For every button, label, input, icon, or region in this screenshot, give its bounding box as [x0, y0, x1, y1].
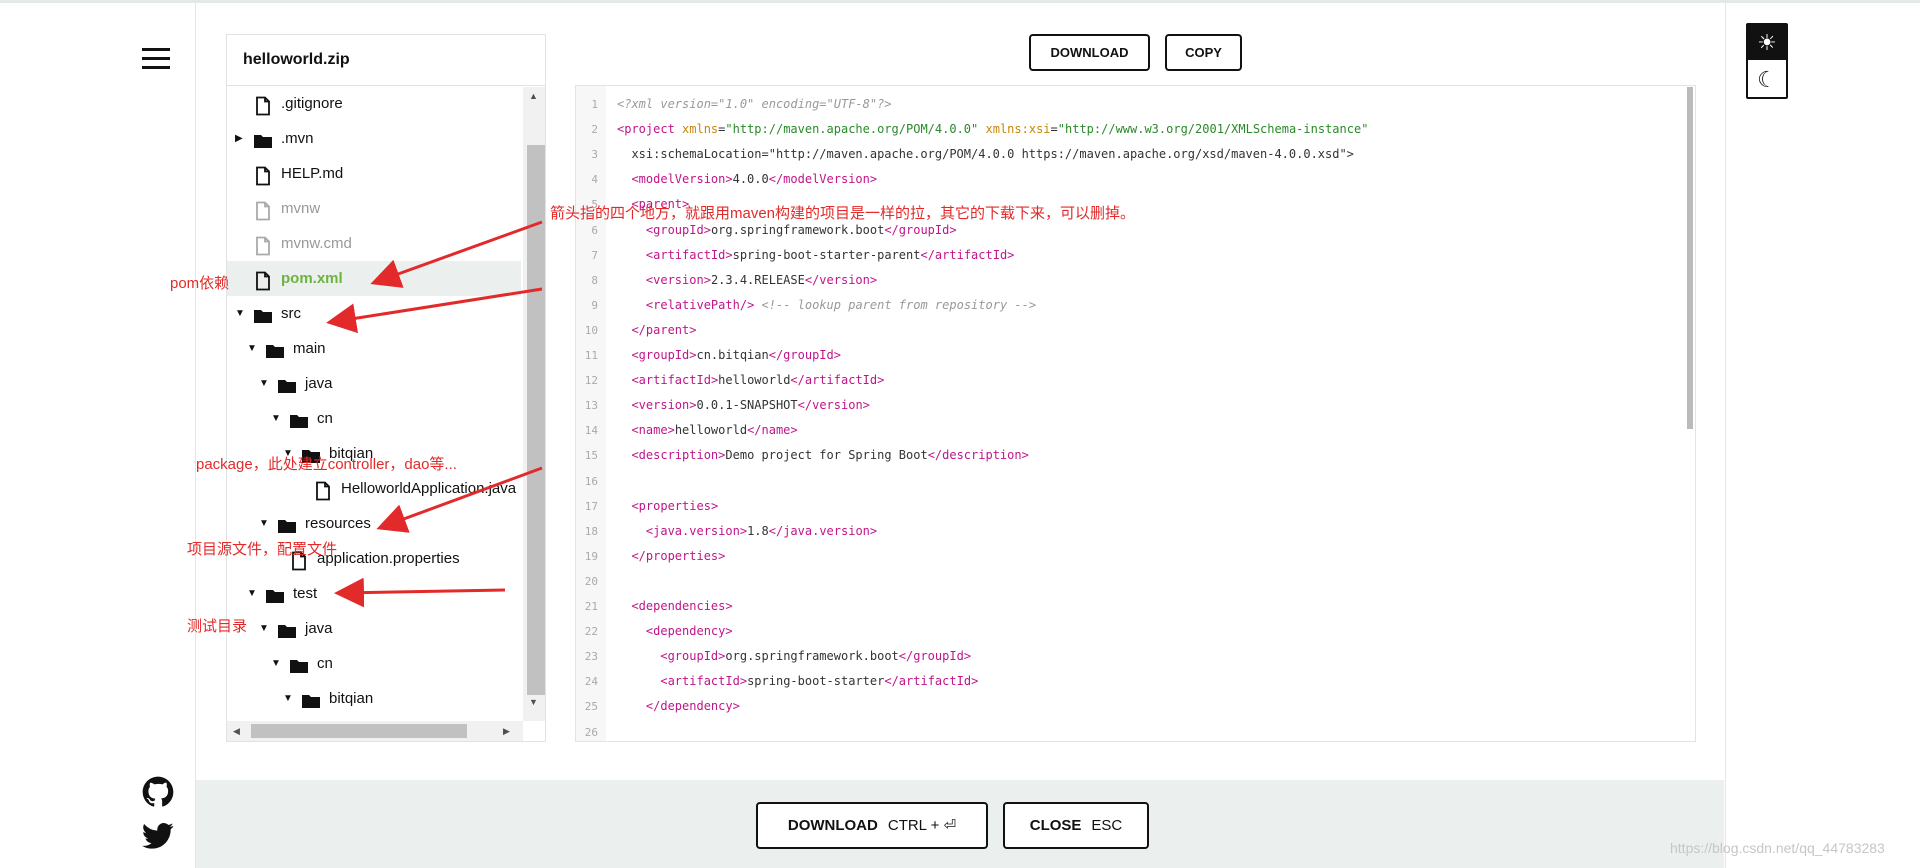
arrow-to-resources [376, 466, 543, 533]
arrow-to-pom [370, 220, 543, 288]
arrow-to-src [326, 287, 543, 334]
annotation-pom: pom依赖 [170, 275, 230, 292]
annotation-test: 测试目录 [187, 618, 248, 635]
annotation-resources: 项目源文件，配置文件 [187, 541, 338, 558]
annotation-top-note: 箭头指的四个地方，就跟用maven构建的项目是一样的拉，其它的下载下来，可以删掉… [550, 205, 1136, 222]
annotation-package: package，此处建立controller，dao等... [196, 456, 457, 473]
annotation-arrows [326, 220, 543, 608]
watermark: https://blog.csdn.net/qq_44783283 [1670, 840, 1885, 856]
arrow-to-test [334, 577, 506, 608]
